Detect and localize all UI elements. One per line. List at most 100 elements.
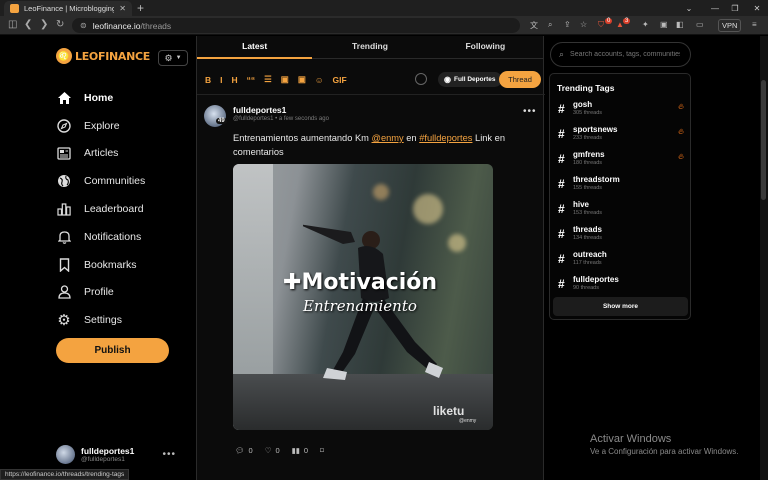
tab-latest[interactable]: Latest [197, 36, 313, 59]
search-box[interactable]: ⌕ [550, 42, 691, 67]
trending-tag-item[interactable]: # hive 153 threads [558, 200, 684, 225]
nav-item-settings[interactable]: ⚙ Settings [56, 306, 145, 334]
search-input[interactable] [570, 51, 681, 58]
trending-tag-item[interactable]: # outreach 117 threads [558, 250, 684, 275]
tag-name: sportsnews [573, 125, 618, 134]
leofinance-logo[interactable]: ♌ LEOFINANCE [56, 48, 150, 64]
wallet-icon[interactable]: ▣ [660, 20, 668, 29]
post-body: Entrenamientos aumentando Km @enmy en #f… [233, 132, 529, 159]
more-options-icon[interactable]: ••• [162, 449, 176, 460]
bold-button[interactable]: B [205, 75, 211, 85]
reload-button[interactable]: ↻ [56, 19, 64, 30]
nav-item-articles[interactable]: Articles [56, 140, 145, 168]
close-window-button[interactable]: ✕ [744, 0, 768, 16]
tag-name: outreach [573, 250, 607, 259]
post-image[interactable]: ✚Motivación Entrenamiento liketu @enmy [233, 164, 493, 430]
extension-icon[interactable]: ✦ [642, 20, 649, 29]
trending-tag-item[interactable]: # threads 134 threads [558, 225, 684, 250]
hashtag-icon: # [558, 177, 565, 191]
italic-button[interactable]: I [220, 75, 222, 85]
nav-item-leaderboard[interactable]: Leaderboard [56, 195, 145, 223]
author-handle: @fulldeportes1 [233, 116, 274, 122]
trending-tag-item[interactable]: # gmfrens 180 threads 🔥︎ [558, 150, 684, 175]
browser-menu-icon[interactable]: ≡ [752, 20, 757, 29]
nav-item-explore[interactable]: Explore [56, 112, 145, 140]
account-switcher[interactable]: fulldeportes1 @fulldeportes1 ••• [56, 442, 176, 466]
nav-item-profile[interactable]: Profile [56, 279, 145, 307]
author-name[interactable]: fulldeportes1 [233, 105, 286, 115]
image-overlay-title: ✚Motivación [283, 270, 438, 295]
tag-name: threads [573, 225, 602, 234]
sidebar-toggle-icon[interactable]: ◫ [8, 19, 17, 30]
browser-tab[interactable]: LeoFinance | Microblogging in Bl... ✕ [4, 1, 132, 16]
nav-item-notifications[interactable]: Notifications [56, 223, 145, 251]
newspaper-icon [56, 145, 72, 161]
translate-icon[interactable]: 文 [530, 20, 538, 31]
hashtag-icon: # [558, 277, 565, 291]
nav-item-bookmarks[interactable]: Bookmarks [56, 251, 145, 279]
reading-list-icon[interactable]: ▭ [696, 20, 704, 29]
tag-name: hive [573, 200, 590, 209]
browser-tab-bar: LeoFinance | Microblogging in Bl... ✕ + … [0, 0, 768, 16]
gear-icon: ⚙ [57, 312, 71, 330]
share-icon[interactable]: ⇪ [564, 20, 571, 29]
quote-button[interactable]: ““ [247, 75, 256, 85]
heading-button[interactable]: H [232, 75, 238, 85]
bell-icon [56, 229, 72, 245]
tab-trending[interactable]: Trending [312, 36, 427, 58]
avatar [56, 444, 75, 464]
vpn-button[interactable]: VPN [718, 19, 742, 32]
gif-button[interactable]: GIF [333, 75, 347, 85]
settings-dropdown[interactable]: ⚙ ▼ [158, 50, 188, 66]
lion-logo-icon: ♌ [56, 48, 72, 64]
tab-following[interactable]: Following [428, 36, 543, 58]
tab-search-button[interactable]: ⌄ [676, 0, 702, 16]
media-button[interactable]: ▣ [298, 74, 306, 85]
url-field[interactable]: ⊜ leofinance.io/threads [72, 18, 520, 33]
nav-item-home[interactable]: Home [56, 84, 145, 112]
nav-item-communities[interactable]: Communities [56, 167, 145, 195]
nav-label: Settings [84, 314, 122, 327]
sidebar-panel-icon[interactable]: ◧ [676, 20, 684, 29]
address-bar-row: ◫ ❮ ❯ ↻ ⊜ leofinance.io/threads 文 ⌕ ⇪ ☆ … [0, 16, 768, 35]
bookmark-star-icon[interactable]: ☆ [580, 20, 587, 29]
hashtag-link[interactable]: #fulldeportes [419, 133, 472, 143]
views-button[interactable]: ▮▮ 0 [292, 446, 308, 455]
list-button[interactable]: ☰ [264, 74, 272, 85]
page-scrollbar-thumb[interactable] [761, 80, 766, 200]
new-tab-button[interactable]: + [137, 1, 144, 15]
publish-button[interactable]: Publish [56, 338, 169, 363]
trending-tag-item[interactable]: # sportsnews 233 threads 🔥︎ [558, 125, 684, 150]
bookmark-post-button[interactable]: ⌑ [320, 446, 324, 455]
trending-tag-item[interactable]: # threadstorm 155 threads [558, 175, 684, 200]
community-selector[interactable]: ◉ Full Deportes [438, 72, 502, 87]
comment-icon: 💬︎ [235, 446, 245, 455]
emoji-button[interactable]: ☺ [315, 75, 324, 85]
nav-label: Explore [84, 119, 120, 132]
post-thread-button[interactable]: Thread [499, 71, 541, 88]
back-button[interactable]: ❮ [24, 19, 32, 30]
image-upload-button[interactable]: ▣ [281, 74, 289, 85]
post-options-icon[interactable]: ••• [523, 106, 537, 117]
nav-label: Articles [84, 147, 119, 160]
close-tab-icon[interactable]: ✕ [119, 4, 126, 13]
tag-count: 180 threads [573, 160, 603, 166]
brave-shield-icon[interactable]: ⛉ [598, 20, 604, 30]
site-favicon-icon [10, 4, 19, 13]
forward-button[interactable]: ❯ [40, 19, 48, 30]
image-light-bokeh [373, 184, 389, 200]
zoom-icon[interactable]: ⌕ [548, 20, 552, 30]
like-button[interactable]: ♡ 0 [265, 446, 280, 455]
mention-link[interactable]: @enmy [372, 133, 404, 143]
author-level-badge: 49 [216, 118, 227, 124]
bookmark-icon [56, 257, 72, 273]
trending-tag-item[interactable]: # gosh 305 threads 🔥︎ [558, 100, 684, 125]
nav-label: Profile [84, 286, 114, 299]
show-more-button[interactable]: Show more [553, 297, 688, 316]
site-info-icon[interactable]: ⊜ [80, 21, 87, 30]
comment-button[interactable]: 💬︎ 0 [235, 446, 253, 455]
post-text: Entrenamientos aumentando Km [233, 133, 372, 143]
caret-down-icon: ▼ [175, 55, 182, 61]
thread-post: 49 fulldeportes1 @fulldeportes1 • a few … [197, 98, 545, 472]
comment-count: 0 [248, 446, 253, 455]
